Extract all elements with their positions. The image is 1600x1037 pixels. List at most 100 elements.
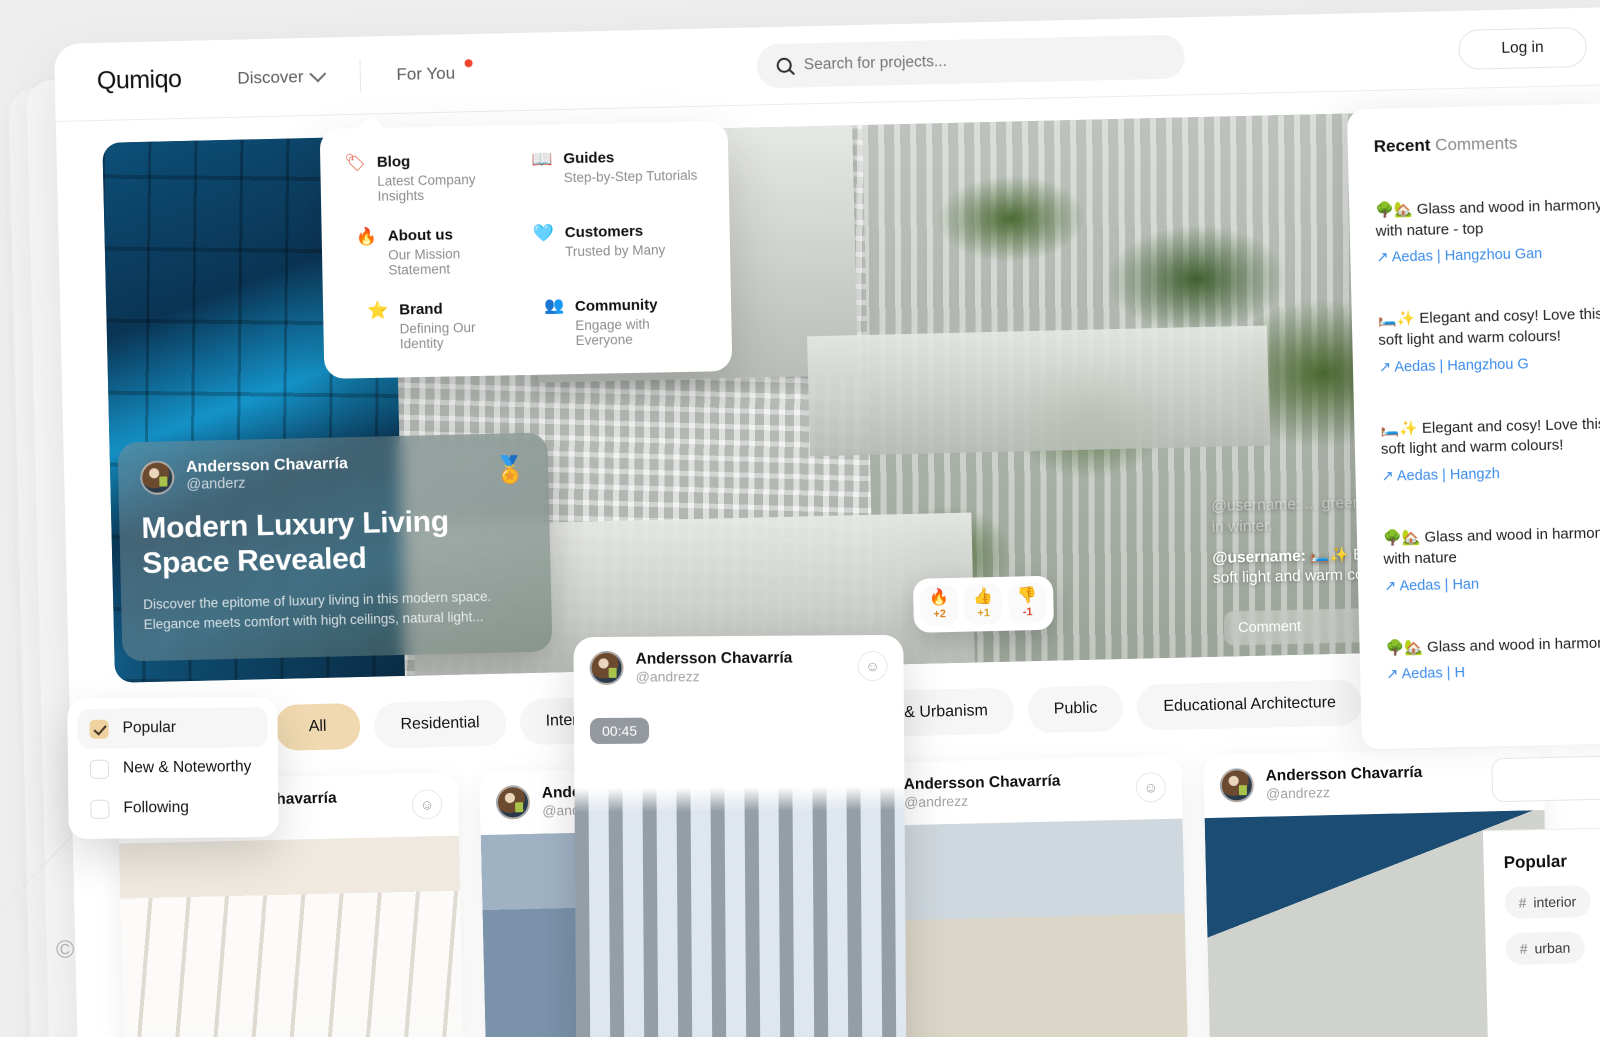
thumbs-down-reaction-button[interactable]: 👎 -1 [1007,582,1047,624]
menu-item-subtitle: Engage with Everyone [575,316,650,349]
nav-item-discover[interactable]: Discover [227,60,334,94]
filter-chip-residential[interactable]: Residential [373,699,507,749]
emoji-reaction-icon[interactable]: ☺ [411,789,443,821]
emoji-reaction-icon[interactable]: ☺ [1135,772,1167,804]
thumbs-up-icon: 👍 [973,588,994,606]
hero-author-handle: @anderz [186,476,246,494]
recent-comment-text: 🌳🏡 Glass and wood in harmony wi [1385,633,1600,657]
menu-item-title: About us [387,226,454,245]
popular-tags-panel: Popular # interior # urban [1482,826,1600,1037]
fire-reaction-count: +2 [933,608,947,621]
avatar [1219,768,1255,804]
menu-item-title: Guides [563,149,615,168]
recent-comment-link[interactable]: ↗ Aedas | H [1386,661,1600,683]
recent-comment-item[interactable]: 🌳🏡 Glass and wood in harmony with nature… [1375,195,1600,267]
recent-comment-item[interactable]: 🛏️✨ Elegant and cosy! Love this soft lig… [1380,414,1600,485]
video-card-author-name: Andersson Chavarría [635,649,793,668]
checkbox-checked-icon[interactable] [89,719,109,739]
recent-comment-link[interactable]: ↗ Aedas | Hangzhou G [1379,354,1600,376]
video-card-author-handle: @andrezz [635,668,700,685]
star-icon: ⭐ [366,300,389,321]
feed-card-author-name: Andersson Chavarría [1265,763,1423,785]
thumbs-up-reaction-count: +1 [977,607,991,620]
menu-item-customers[interactable]: 🩵 Customers Trusted by Many [532,222,707,275]
search-icon [776,57,793,73]
recent-comments-reply-input[interactable] [1491,754,1600,803]
brand-logo[interactable]: Qumiqo [97,65,182,96]
video-post-card[interactable]: Andersson Chavarría @andrezz ☺ 00:45 [573,634,907,1037]
recent-comment-link[interactable]: ↗ Aedas | Hangzh [1381,463,1600,485]
menu-item-subtitle: Defining Our Identity [399,319,476,352]
sort-option-popular[interactable]: Popular [77,707,268,749]
avatar [139,460,175,495]
main-nav: Discover For You [227,55,483,95]
reactions-bar: 🔥 +2 👍 +1 👎 -1 [912,575,1055,633]
sort-option-new-noteworthy[interactable]: New & Noteworthy [78,747,268,789]
feed-card-author-handle: @andrezz [903,792,969,810]
recent-comment-text: 🌳🏡 Glass and wood in harmony with nature… [1375,196,1600,240]
recent-comment-text: 🛏️✨ Elegant and cosy! Love this soft lig… [1380,415,1600,459]
menu-item-guides[interactable]: 📖 Guides Step-by-Step Tutorials [531,148,705,201]
search-bar[interactable] [756,33,1186,88]
hero-post-card[interactable]: Andersson Chavarría @anderz 🏅 Modern Lux… [117,432,553,662]
blog-icon: 🏷 [344,153,367,173]
tag-chip-label: urban [1534,939,1571,957]
menu-item-title: Community [574,296,658,316]
recent-comment-item[interactable]: 🌳🏡 Glass and wood in harmony wi ↗ Aedas … [1385,632,1600,683]
login-button[interactable]: Log in [1458,26,1587,70]
video-card-header: Andersson Chavarría @andrezz ☺ [573,635,903,700]
nav-divider [359,58,361,93]
sort-option-label: Following [123,798,189,817]
feed-card-image [118,835,465,1037]
recent-comment-item[interactable]: 🌳🏡 Glass and wood in harmony with nature… [1383,523,1600,595]
menu-item-subtitle: Trusted by Many [565,242,666,260]
checkbox-icon[interactable] [89,759,110,779]
hero-overlay-comment-user: @username: [1212,547,1307,567]
hash-icon: # [1518,894,1527,911]
recent-comment-link[interactable]: ↗ Aedas | Han [1384,572,1600,594]
sort-dropdown-menu: Popular New & Noteworthy Following [67,696,279,840]
menu-item-title: Customers [564,222,644,242]
discover-mega-menu: 🏷 Blog Latest Company Insights 📖 Guides … [319,115,733,379]
nav-item-for-you[interactable]: For You [386,56,483,90]
recent-comment-item[interactable]: 🛏️✨ Elegant and cosy! Love this soft lig… [1378,304,1600,376]
menu-item-subtitle: Step-by-Step Tutorials [563,167,698,186]
tag-chip[interactable]: # urban [1505,931,1585,966]
top-navigation-bar: Qumiqo Discover For You Log in [54,7,1600,122]
notification-dot-icon [464,58,473,67]
recent-comments-panel: Recent Comments 🌳🏡 Glass and wood in har… [1346,102,1600,750]
video-timer-badge: 00:45 [589,717,650,744]
hero-building-slab-2 [807,325,1270,457]
menu-item-title: Blog [376,153,411,171]
menu-item-community[interactable]: 👥 Community Engage with Everyone [534,296,708,349]
sort-option-following[interactable]: Following [78,787,268,829]
menu-item-blog[interactable]: 🏷 Blog Latest Company Insights [344,151,518,204]
search-container [483,27,1459,94]
hash-icon: # [1519,940,1528,957]
tag-chip-label: interior [1533,893,1577,911]
chevron-down-icon [308,64,326,82]
emoji-reaction-icon[interactable]: ☺ [857,651,888,682]
hero-post-description: Discover the epitome of luxury living in… [143,589,492,632]
checkbox-icon[interactable] [90,799,110,819]
feed-card-author-name: Andersson Chavarría [903,772,1061,794]
hero-post-title: Modern Luxury Living Space Revealed [141,504,450,580]
recent-comment-link[interactable]: ↗ Aedas | Hangzhou Gan [1376,244,1600,266]
menu-item-about-us[interactable]: 🔥 About us Our Mission Statement [346,225,520,278]
thumbs-down-reaction-count: -1 [1022,606,1033,619]
tag-chip[interactable]: # interior [1504,885,1591,920]
recent-comments-title: Recent Comments [1374,131,1600,157]
thumbs-up-reaction-button[interactable]: 👍 +1 [963,583,1003,625]
popular-tags-title: Popular [1503,851,1568,873]
filter-chip-public[interactable]: Public [1027,684,1124,734]
video-card-image: 00:45 [574,697,907,1037]
fire-reaction-button[interactable]: 🔥 +2 [920,584,959,626]
filter-chip-educational-architecture[interactable]: Educational Architecture [1136,679,1363,731]
avatar [589,651,624,686]
search-input[interactable] [803,47,1165,74]
sort-option-label: Popular [122,718,177,737]
filter-chip-all[interactable]: All [274,702,362,751]
menu-item-brand[interactable]: ⭐ Brand Defining Our Identity [347,299,521,352]
menu-item-subtitle: Our Mission Statement [388,246,461,278]
recent-comments-title-rest: Comments [1430,133,1518,155]
